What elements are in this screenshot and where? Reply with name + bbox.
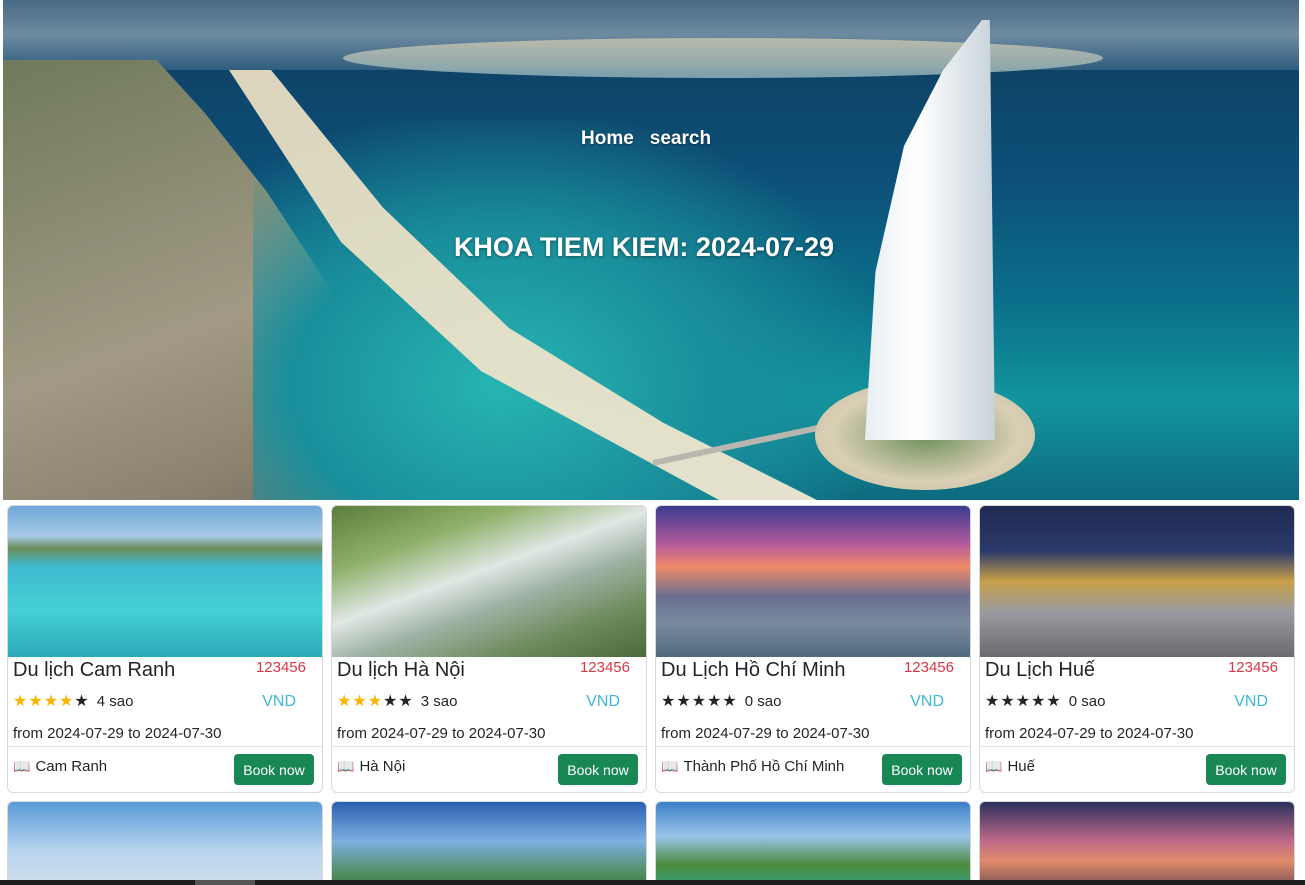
book-now-button[interactable]: Book now [234, 754, 314, 785]
tour-card-dates: from 2024-07-29 to 2024-07-30 [661, 725, 870, 742]
star-icon: ★ [722, 692, 737, 710]
star-icon: ★ [352, 692, 367, 710]
tour-card-location: 📖 Cam Ranh [13, 758, 107, 775]
star-icon: ★ [661, 692, 676, 710]
tour-card-divider [656, 746, 970, 747]
star-icon: ★ [1046, 692, 1061, 710]
book-now-button[interactable]: Book now [1206, 754, 1286, 785]
book-now-button[interactable]: Book now [882, 754, 962, 785]
nav-home-link[interactable]: Home [581, 128, 634, 150]
hero-tower [865, 20, 995, 440]
book-now-button[interactable]: Book now [558, 754, 638, 785]
tour-card [979, 801, 1295, 885]
star-icon: ★ [13, 692, 28, 710]
tour-card-image[interactable] [8, 506, 322, 657]
nav-search-link[interactable]: search [650, 128, 711, 150]
tour-card-location-text: Hà Nội [359, 758, 406, 775]
star-icon: ★ [1000, 692, 1015, 710]
star-icon: ★ [691, 692, 707, 710]
tour-card-location-text: Huế [1007, 758, 1035, 775]
tour-card-title[interactable]: Du lịch Cam Ranh [13, 659, 175, 682]
tour-card-stars-text: 3 sao [420, 693, 458, 710]
tour-card-price: 123456 [903, 659, 954, 676]
tour-card-image[interactable] [332, 506, 646, 657]
tour-card-title[interactable]: Du lịch Hà Nội [337, 659, 465, 682]
star-icon: ★ [398, 692, 413, 710]
book-open-icon: 📖 [661, 758, 679, 774]
tour-card: Du lịch Cam Ranh 123456 ★ ★ ★ ★ ★ 4 sao … [7, 505, 323, 793]
tour-card-rating: ★ ★ ★ ★ ★ 3 sao [337, 693, 457, 710]
star-icon: ★ [985, 692, 1000, 710]
star-icon: ★ [707, 692, 722, 710]
star-icon: ★ [383, 692, 398, 710]
tour-card-location: 📖 Hà Nội [337, 758, 405, 775]
tour-card-rating: ★ ★ ★ ★ ★ 0 sao [661, 693, 781, 710]
tour-card-title[interactable]: Du Lịch Huế [985, 659, 1095, 682]
tour-card [331, 801, 647, 885]
book-open-icon: 📖 [13, 758, 31, 774]
tour-card-dates: from 2024-07-29 to 2024-07-30 [13, 725, 222, 742]
tour-card-image[interactable] [980, 802, 1294, 885]
tour-card-price: 123456 [1227, 659, 1278, 676]
star-icon: ★ [1031, 692, 1046, 710]
tour-card-location-text: Thành Phố Hồ Chí Minh [683, 758, 845, 775]
tour-card: Du lịch Hà Nội 123456 ★ ★ ★ ★ ★ 3 sao VN… [331, 505, 647, 793]
tour-card-location: 📖 Thành Phố Hồ Chí Minh [661, 758, 844, 775]
tour-card-currency: VND [1234, 693, 1268, 710]
tour-card-title[interactable]: Du Lịch Hồ Chí Minh [661, 659, 846, 682]
tour-card-divider [332, 746, 646, 747]
tour-card-currency: VND [910, 693, 944, 710]
tour-card [655, 801, 971, 885]
tour-card-image[interactable] [656, 506, 970, 657]
tour-card-dates: from 2024-07-29 to 2024-07-30 [337, 725, 546, 742]
tour-card-divider [980, 746, 1294, 747]
main-nav: Home search [581, 128, 711, 150]
tour-card-image[interactable] [332, 802, 646, 885]
tour-card-price: 123456 [255, 659, 306, 676]
tour-card-divider [8, 746, 322, 747]
star-icon: ★ [28, 692, 43, 710]
horizontal-scrollbar[interactable] [0, 880, 1305, 885]
tour-card: Du Lịch Hồ Chí Minh 123456 ★ ★ ★ ★ ★ 0 s… [655, 505, 971, 793]
star-icon: ★ [337, 692, 352, 710]
star-icon: ★ [367, 692, 383, 710]
star-icon: ★ [74, 692, 89, 710]
tour-card-rating: ★ ★ ★ ★ ★ 0 sao [985, 693, 1105, 710]
star-icon: ★ [676, 692, 691, 710]
tour-card-image[interactable] [980, 506, 1294, 657]
tour-card-image[interactable] [8, 802, 322, 885]
book-open-icon: 📖 [337, 758, 355, 774]
tour-card-currency: VND [586, 693, 620, 710]
scrollbar-thumb[interactable] [195, 880, 255, 885]
tour-card-dates: from 2024-07-29 to 2024-07-30 [985, 725, 1194, 742]
star-icon: ★ [59, 692, 74, 710]
tour-card-rating: ★ ★ ★ ★ ★ 4 sao [13, 693, 133, 710]
tour-card-stars-text: 0 sao [744, 693, 782, 710]
tour-card-price: 123456 [579, 659, 630, 676]
book-open-icon: 📖 [985, 758, 1003, 774]
hero-banner: Home search KHOA TIEM KIEM: 2024-07-29 [3, 0, 1299, 500]
hero-title: KHOA TIEM KIEM: 2024-07-29 [453, 232, 835, 262]
tour-card-stars-text: 0 sao [1068, 693, 1106, 710]
tour-card-location-text: Cam Ranh [35, 758, 108, 775]
tour-card [7, 801, 323, 885]
tour-card-image[interactable] [656, 802, 970, 885]
tour-card-stars-text: 4 sao [96, 693, 134, 710]
star-icon: ★ [1015, 692, 1031, 710]
star-icon: ★ [43, 692, 59, 710]
tour-card-location: 📖 Huế [985, 758, 1035, 775]
tour-card-currency: VND [262, 693, 296, 710]
tour-card: Du Lịch Huế 123456 ★ ★ ★ ★ ★ 0 sao VND f… [979, 505, 1295, 793]
